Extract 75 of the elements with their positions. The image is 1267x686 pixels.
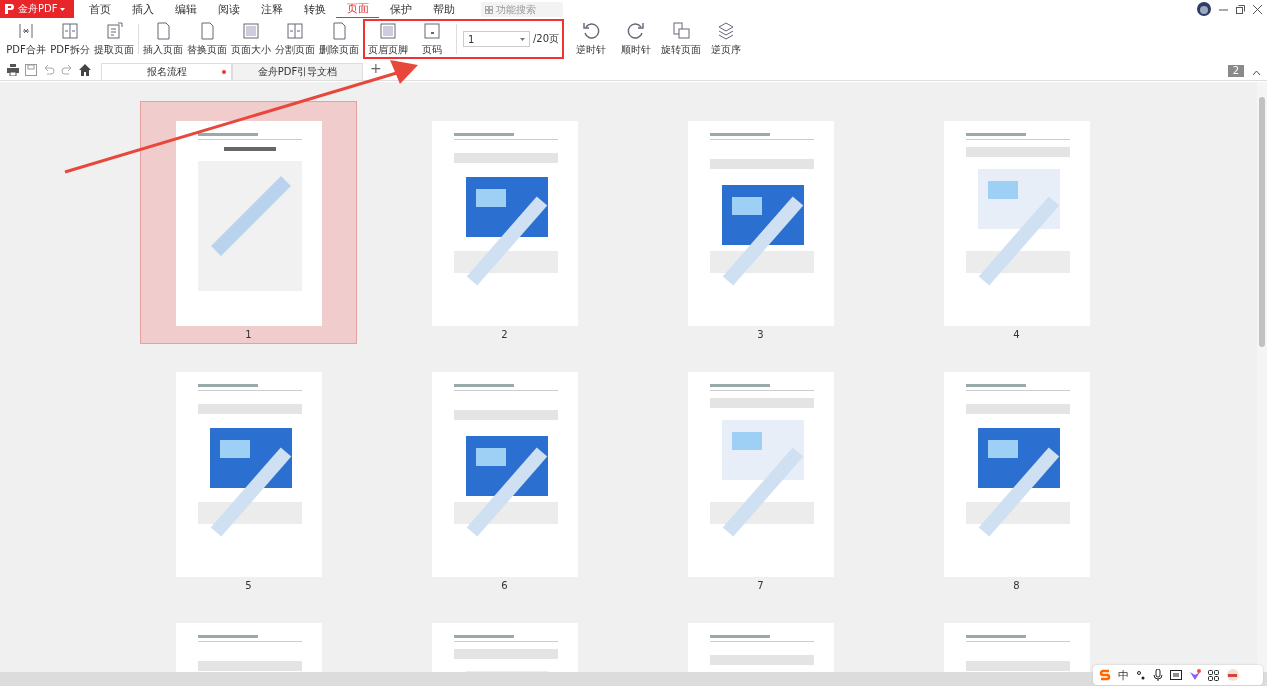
page-slot[interactable]: 3 xyxy=(652,101,869,344)
page-number-icon xyxy=(422,21,442,41)
selected-page-highlight[interactable]: 1 xyxy=(140,101,357,344)
print-icon[interactable] xyxy=(7,64,19,76)
page-number: 2 xyxy=(501,329,508,341)
close-icon[interactable] xyxy=(1253,4,1262,14)
page-number: 1 xyxy=(245,329,252,341)
menu-tab[interactable]: 编辑 xyxy=(164,0,207,18)
toolbar-button[interactable]: 页码 xyxy=(410,21,454,57)
extract-icon xyxy=(104,21,124,41)
page-slot[interactable]: 5 xyxy=(140,352,357,595)
menu-tab[interactable]: 阅读 xyxy=(207,0,250,18)
save-icon[interactable] xyxy=(25,64,37,76)
document-tab[interactable]: 报名流程 xyxy=(101,63,232,80)
collapse-icon[interactable] xyxy=(1252,70,1261,76)
toolbar-button[interactable]: 页面大小 xyxy=(229,21,273,57)
page-number: 5 xyxy=(245,580,252,592)
menu-tab[interactable]: 转换 xyxy=(293,0,336,18)
page-number: 4 xyxy=(1013,329,1020,341)
menu-tab[interactable]: 插入 xyxy=(121,0,164,18)
home-icon[interactable] xyxy=(79,64,91,76)
page-slot[interactable]: 4 xyxy=(908,101,1125,344)
page-size-icon xyxy=(241,21,261,41)
merge-icon xyxy=(16,21,36,41)
logo-icon xyxy=(3,3,15,15)
microphone-icon[interactable] xyxy=(1153,669,1163,681)
page-total: /20页 xyxy=(533,32,560,46)
split-icon xyxy=(60,21,80,41)
unsaved-dot xyxy=(222,70,226,74)
document-tab[interactable]: 金舟PDF引导文档 xyxy=(232,63,363,80)
page-slot[interactable]: 2 xyxy=(396,101,613,344)
keyboard-icon[interactable] xyxy=(1170,670,1182,680)
page-slot[interactable]: 8 xyxy=(908,352,1125,595)
menu-tab[interactable]: 保护 xyxy=(379,0,422,18)
header-icon xyxy=(378,21,398,41)
page-number: 3 xyxy=(757,329,764,341)
rotate-icon xyxy=(671,21,692,41)
toolbar-button[interactable]: 删除页面 xyxy=(317,21,361,57)
avatar-icon[interactable] xyxy=(1197,2,1211,16)
menu-tab[interactable]: 帮助 xyxy=(422,0,465,18)
maximize-icon[interactable] xyxy=(1236,4,1245,14)
page-number: 7 xyxy=(757,580,764,592)
logo-icon[interactable] xyxy=(1099,669,1111,681)
page-select[interactable]: 1 xyxy=(463,31,530,47)
menu-tab[interactable]: 注释 xyxy=(250,0,293,18)
toolbar-button[interactable]: 替换页面 xyxy=(185,21,229,57)
toolbar-button[interactable]: 旋转页面 xyxy=(659,21,704,57)
toolbar-button[interactable]: 逆时针 xyxy=(569,21,614,57)
punctuation-icon[interactable] xyxy=(1136,670,1146,680)
open-count-badge: 2 xyxy=(1227,65,1244,77)
new-tab-button[interactable]: + xyxy=(368,61,384,75)
menu-tab[interactable]: 页面 xyxy=(336,0,379,18)
page-number: 8 xyxy=(1013,580,1020,592)
toolbar-button[interactable]: PDF拆分 xyxy=(48,21,92,57)
rotate-right-icon xyxy=(626,21,647,41)
toolbar-button[interactable]: 插入页面 xyxy=(141,21,185,57)
dropdown-icon xyxy=(60,7,66,11)
scrollbar-thumb[interactable] xyxy=(1259,97,1265,347)
search-field[interactable]: 功能搜索 xyxy=(481,1,563,17)
toolbar-button[interactable]: 页眉页脚 xyxy=(366,21,410,57)
toolbar-button[interactable]: 顺时针 xyxy=(614,21,659,57)
toolbar-button[interactable]: 分割页面 xyxy=(273,21,317,57)
dropdown-icon xyxy=(520,37,525,41)
input-mode[interactable]: 中 xyxy=(1118,667,1129,683)
app-menu-button[interactable]: 金舟PDF xyxy=(0,0,74,18)
split-icon xyxy=(285,21,305,41)
page-slot[interactable]: 6 xyxy=(396,352,613,595)
menu-tab[interactable]: 首页 xyxy=(78,0,121,18)
grid-icon[interactable] xyxy=(1208,669,1219,681)
toolbar-button[interactable]: 逆页序 xyxy=(704,21,749,57)
rotate-left-icon xyxy=(581,21,602,41)
toolbar-button[interactable]: PDF合并 xyxy=(4,21,48,57)
page-slot[interactable]: 7 xyxy=(652,352,869,595)
toolbar-button[interactable]: 提取页面 xyxy=(92,21,136,57)
page-number: 6 xyxy=(501,580,508,592)
